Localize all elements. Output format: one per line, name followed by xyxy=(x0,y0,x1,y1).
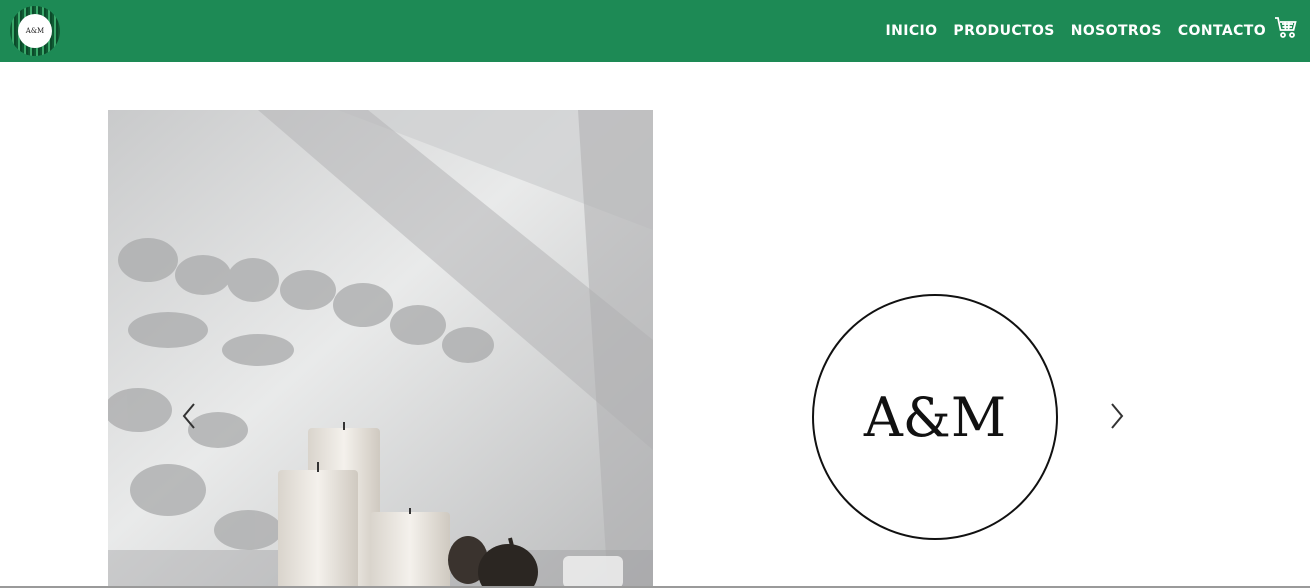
nav-link-inicio[interactable]: INICIO xyxy=(885,23,937,39)
chevron-left-icon xyxy=(178,403,202,438)
nav-link-productos[interactable]: PRODUCTOS xyxy=(953,23,1054,39)
nav-link-nosotros[interactable]: NOSOTROS xyxy=(1071,23,1162,39)
carousel-prev-arrow[interactable] xyxy=(178,398,202,434)
carousel-photo-candles xyxy=(108,110,653,588)
nav-link-contacto[interactable]: CONTACTO xyxy=(1178,23,1266,39)
brand-logo-text: A&M xyxy=(18,14,52,48)
brand-logo[interactable]: A&M xyxy=(10,6,60,56)
brand-logo-circle: A&M xyxy=(812,294,1058,540)
chevron-right-icon xyxy=(1104,403,1128,438)
top-navbar: A&M INICIO PRODUCTOS NOSOTROS CONTACTO xyxy=(0,0,1310,62)
main-nav: INICIO PRODUCTOS NOSOTROS CONTACTO xyxy=(885,0,1266,62)
cart-icon[interactable] xyxy=(1274,16,1298,40)
brand-monogram: A&M xyxy=(863,385,1007,449)
carousel-next-arrow[interactable] xyxy=(1104,398,1128,434)
